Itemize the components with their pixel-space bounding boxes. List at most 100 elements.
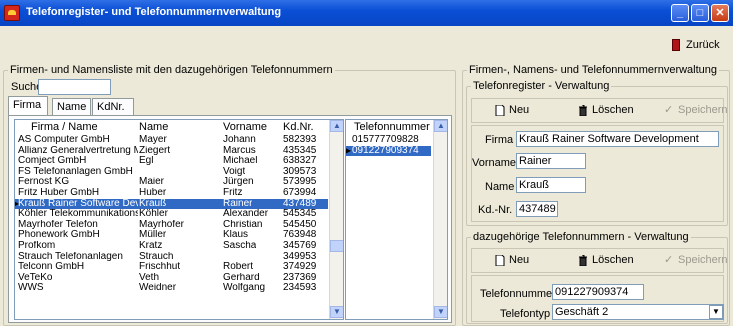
name-field[interactable]: Krauß: [516, 177, 586, 193]
new-document-icon: [495, 105, 505, 116]
table-cell: 345769: [283, 241, 317, 251]
table-cell: 582393: [283, 135, 317, 145]
numbers-new-label: Neu: [509, 254, 530, 266]
table-cell: Jürgen: [223, 177, 254, 188]
table-cell: Johann: [223, 135, 256, 145]
table-row-selected[interactable]: ▶Krauß Rainer Software DevelopKraußRaine…: [15, 198, 328, 209]
table-cell: 573995: [283, 177, 317, 188]
table-cell: Maier: [139, 177, 165, 188]
minimize-icon: _: [676, 7, 684, 19]
table-cell: Telconn GmbH: [18, 262, 85, 273]
table-cell: Profkom: [18, 241, 56, 251]
name-label: Name: [485, 181, 515, 193]
table-scrollbar[interactable]: ▲ ▼: [329, 120, 343, 319]
phone-scrollbar[interactable]: ▲ ▼: [433, 120, 447, 319]
table-row[interactable]: Mayrhofer Telefon Mayrhofer Christian 54545…: [15, 220, 328, 230]
tab-name[interactable]: Name: [52, 98, 91, 116]
table-cell: Köhler: [139, 209, 168, 220]
table-cell: Ziegert: [139, 145, 171, 156]
firma-label: Firma: [485, 134, 514, 146]
chevron-down-icon[interactable]: ▼: [709, 305, 723, 319]
table-cell: 237369: [283, 272, 317, 283]
tab-kdnr[interactable]: KdNr.: [92, 98, 134, 116]
table-row[interactable]: Profkom Kratz Sascha 345769: [15, 241, 328, 251]
table-cell: Egl: [139, 156, 154, 167]
table-cell: Müller: [139, 230, 167, 241]
phone-row-selected[interactable]: ▶ 091227909374: [346, 146, 431, 156]
table-cell: Mayrhofer: [139, 219, 185, 230]
table-cell: 763948: [283, 230, 317, 241]
search-input[interactable]: [38, 79, 111, 95]
telefonnummer-label: Telefonnummer: [480, 288, 556, 300]
new-document-icon: [495, 255, 505, 266]
col-header-name[interactable]: Name: [139, 122, 168, 133]
phone-list[interactable]: Telefonnummer 015777709828 ▶ 09122790937…: [345, 119, 448, 320]
table-cell: Wolfgang: [223, 283, 266, 294]
firma-field[interactable]: Krauß Rainer Software Development: [516, 131, 719, 147]
maximize-icon: □: [696, 7, 704, 19]
col-header-kdnr[interactable]: Kd.Nr.: [283, 122, 314, 133]
close-icon: ✕: [715, 7, 725, 19]
col-header-firma[interactable]: Firma / Name: [31, 122, 98, 133]
scroll-down-icon[interactable]: ▼: [434, 306, 447, 318]
table-cell: Weidner: [139, 283, 177, 294]
table-row[interactable]: Köhler TelekommunikationsanlKöhler Alexan…: [15, 209, 328, 219]
table-cell: 349953: [283, 251, 317, 262]
table-cell: FS Telefonanlagen GmbH: [18, 166, 133, 177]
vorname-field[interactable]: Rainer: [516, 153, 586, 169]
col-header-telefonnummer[interactable]: Telefonnummer: [354, 122, 430, 133]
phone-row[interactable]: 015777709828: [346, 135, 447, 145]
scroll-thumb[interactable]: [330, 240, 343, 252]
table-cell: Rainer: [223, 198, 253, 209]
table-cell: Frischhut: [139, 262, 181, 273]
scroll-up-icon[interactable]: ▲: [434, 120, 447, 132]
table-row[interactable]: FS Telefonanlagen GmbH Voigt 309573: [15, 167, 328, 177]
table-cell: Mayrhofer Telefon: [18, 219, 98, 230]
firma-table[interactable]: Firma / Name Name Vorname Kd.Nr. AS Comp…: [14, 119, 344, 320]
register-delete-label: Löschen: [592, 104, 634, 116]
register-save-label: Speichern: [678, 104, 728, 116]
telefonnummer-field[interactable]: 091227909374: [552, 284, 644, 300]
col-header-vorname[interactable]: Vorname: [223, 122, 267, 133]
table-cell: 234593: [283, 283, 317, 294]
back-label: Zurück: [686, 39, 720, 51]
close-button[interactable]: ✕: [711, 4, 729, 22]
table-cell: Marcus: [223, 145, 256, 156]
telefontyp-select[interactable]: Geschäft 2: [552, 304, 724, 320]
table-cell: Fernost KG: [18, 177, 70, 188]
maximize-button[interactable]: □: [691, 4, 709, 22]
table-cell: Comject GmbH: [18, 156, 87, 167]
table-cell: Fritz Huber GmbH: [18, 188, 100, 198]
tab-firma[interactable]: Firma: [8, 96, 48, 116]
checkmark-icon: ✓: [664, 254, 674, 266]
table-cell: Strauch: [139, 251, 174, 262]
vorname-label: Vorname: [472, 157, 517, 169]
table-row[interactable]: AS Computer GmbH Mayer Johann 582393: [15, 135, 328, 145]
scroll-down-icon[interactable]: ▼: [330, 306, 343, 318]
checkmark-icon: ✓: [664, 104, 674, 116]
table-cell: Krauß: [139, 198, 167, 209]
table-row[interactable]: Phonework GmbH Müller Klaus 763948: [15, 230, 328, 240]
list-group-legend: Firmen- und Namensliste mit den dazugehö…: [10, 64, 333, 76]
title-bar: Telefonregister- und Telefonnummernverwa…: [0, 0, 733, 26]
table-row[interactable]: Fernost KG Maier Jürgen 573995: [15, 177, 328, 187]
table-cell: AS Computer GmbH: [18, 135, 110, 145]
phone-cell: 015777709828: [352, 135, 419, 145]
table-cell: Michael: [223, 156, 258, 167]
table-row[interactable]: Telconn GmbH Frischhut Robert 374929: [15, 262, 328, 272]
table-row[interactable]: Comject GmbH Egl Michael 638327: [15, 156, 328, 166]
numbers-group-legend: dazugehörige Telefonnummern - Verwaltung: [473, 231, 689, 243]
table-row[interactable]: VeTeKo Veth Gerhard 237369: [15, 273, 328, 283]
table-cell: Voigt: [223, 166, 246, 177]
kdnr-field[interactable]: 437489: [516, 201, 558, 217]
table-row[interactable]: Fritz Huber GmbH Huber Fritz 673994: [15, 188, 328, 198]
scroll-up-icon[interactable]: ▲: [330, 120, 343, 132]
table-row[interactable]: Strauch Telefonanlagen Strauch 349953: [15, 252, 328, 262]
table-cell: Huber: [139, 188, 167, 198]
numbers-save-label: Speichern: [678, 254, 728, 266]
table-cell: 374929: [283, 262, 317, 273]
table-row[interactable]: WWS Weidner Wolfgang 234593: [15, 283, 328, 293]
table-cell: Phonework GmbH: [18, 230, 100, 241]
minimize-button[interactable]: _: [671, 4, 689, 22]
table-row[interactable]: Allianz Generalvertretung MarcuZiegert Ma…: [15, 146, 328, 156]
